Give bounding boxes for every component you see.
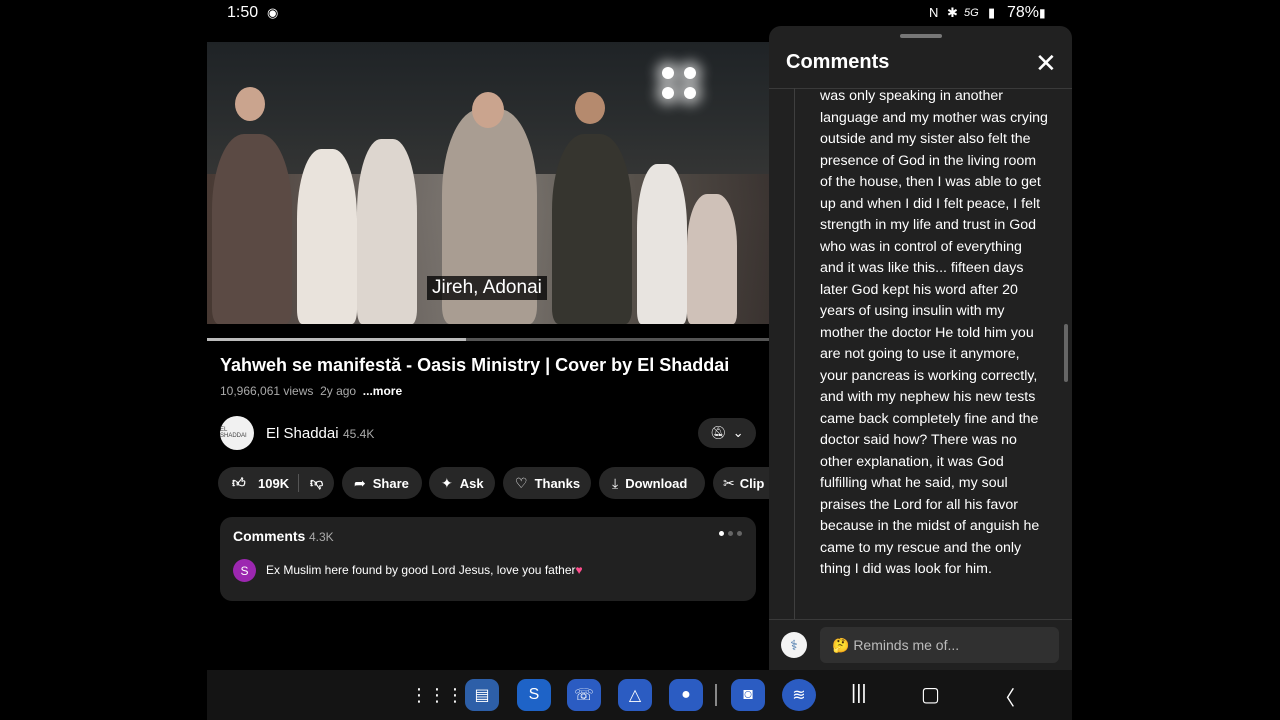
guitarist [552,134,632,324]
scissors-icon: ✂ [723,474,735,491]
video-player[interactable]: Jireh, Adonai [207,42,769,324]
channel-name[interactable]: El Shaddai [266,425,339,442]
dislike-icon[interactable]: 👎︎ [310,475,323,491]
comment-body: was only speaking in another language an… [820,88,1048,577]
heart-icon: ♥ [575,563,583,577]
comments-preview[interactable]: Comments 4.3K S Ex Muslim here found by … [220,517,756,601]
home-icon[interactable]: ▢ [921,682,940,707]
performer [637,164,687,324]
video-meta[interactable]: 10,966,061 views 2y ago ...more [220,384,402,398]
performer [297,149,357,324]
stage-light [684,87,696,99]
panel-scrollbar[interactable] [1064,324,1068,382]
back-icon[interactable]: 〈 [995,682,1015,711]
subscriber-count: 45.4K [343,427,375,441]
recents-icon[interactable]: ||| [851,682,867,705]
ask-label: Ask [459,475,484,491]
battery-level: 78%▮ [1007,4,1046,21]
docs-icon[interactable]: ▤ [465,679,499,711]
camera-icon[interactable]: ◙ [731,679,765,711]
share-icon: ➦ [354,474,366,491]
nfc-icon: N [929,5,939,20]
thanks-icon: ♡ [515,474,528,491]
channel-avatar[interactable]: EL SHADDAI [220,416,254,450]
sync-icon: ◉ [267,5,279,20]
apps-grid-icon[interactable]: ⋮⋮⋮ [410,679,464,711]
video-progress-fill [207,338,466,341]
comment-input[interactable]: 🤔 Reminds me of... [820,627,1059,663]
chevron-down-icon: ⌄ [732,425,744,440]
messages-icon[interactable]: ● [669,679,703,711]
view-count: 10,966,061 views [220,384,314,398]
download-icon: ⤓ [612,474,619,491]
performer [357,139,417,324]
battery-icon: ▮ [1039,6,1046,20]
drag-handle[interactable] [900,34,942,38]
clip-label: Clip [739,475,765,491]
share-button[interactable]: ➦ Share [342,467,422,499]
drive-icon[interactable]: △ [618,679,652,711]
notification-bell-button[interactable]: 🔕︎ ⌄ [698,418,756,448]
bluetooth-icon: ✱ [947,5,958,20]
video-title[interactable]: Yahweh se manifestă - Oasis Ministry | C… [220,355,729,376]
video-caption: Jireh, Adonai [427,276,547,300]
comments-heading: Comments [233,528,306,544]
video-progress-bar[interactable] [207,338,769,341]
comment-preview-text: Ex Muslim here found by good Lord Jesus,… [266,563,583,577]
navigation-bar: ⋮⋮⋮ ▤ S ☏ △ ● ◙ ≋ ||| ▢ 〈 [207,670,1072,720]
like-count[interactable]: 109K [258,476,289,491]
bell-off-icon: 🔕︎ [710,425,727,440]
stage-light [684,67,696,79]
share-label: Share [372,475,409,491]
panel-divider [769,619,1072,620]
more-link[interactable]: ...more [363,384,402,398]
performer [212,134,292,324]
phone-icon[interactable]: ☏ [567,679,601,711]
upload-age: 2y ago [320,384,357,398]
guitarist-head [575,92,605,124]
download-button[interactable]: ⤓ Download [599,467,705,499]
like-icon[interactable]: 👍︎ [232,475,246,491]
like-dislike-group: 👍︎ 109K 👎︎ [218,467,334,499]
comments-count: 4.3K [309,530,334,544]
download-label: Download [625,475,688,491]
commenter-avatar: S [233,559,256,582]
dock-divider [715,684,717,706]
performer-head [235,87,265,121]
thanks-label: Thanks [534,475,581,491]
status-bar: 1:50 ◉ N ✱ 5G ▮ 78%▮ [207,0,1072,26]
clip-button[interactable]: ✂ Clip [713,467,769,499]
thanks-button[interactable]: ♡ Thanks [503,467,591,499]
ask-button[interactable]: ✦ Ask [429,467,495,499]
close-icon[interactable]: ✕ [1035,50,1057,76]
user-avatar: ⚕ [781,632,807,658]
pill-divider [298,474,299,492]
singer-head [472,92,504,128]
shazam-icon[interactable]: S [517,679,551,711]
status-time: 1:50 [227,4,259,21]
reply-thread-line [794,88,795,620]
stage-light [662,67,674,79]
comments-panel: Comments ✕ was only speaking in another … [769,26,1072,670]
network-type: 5G [964,7,979,19]
signal-icon: ▮ [988,5,996,20]
spotify-icon[interactable]: ≋ [782,679,816,711]
child-performer [687,194,737,324]
carousel-dots [719,531,742,536]
panel-title: Comments [786,51,890,73]
stage-light [662,87,674,99]
sparkle-icon: ✦ [441,474,453,491]
